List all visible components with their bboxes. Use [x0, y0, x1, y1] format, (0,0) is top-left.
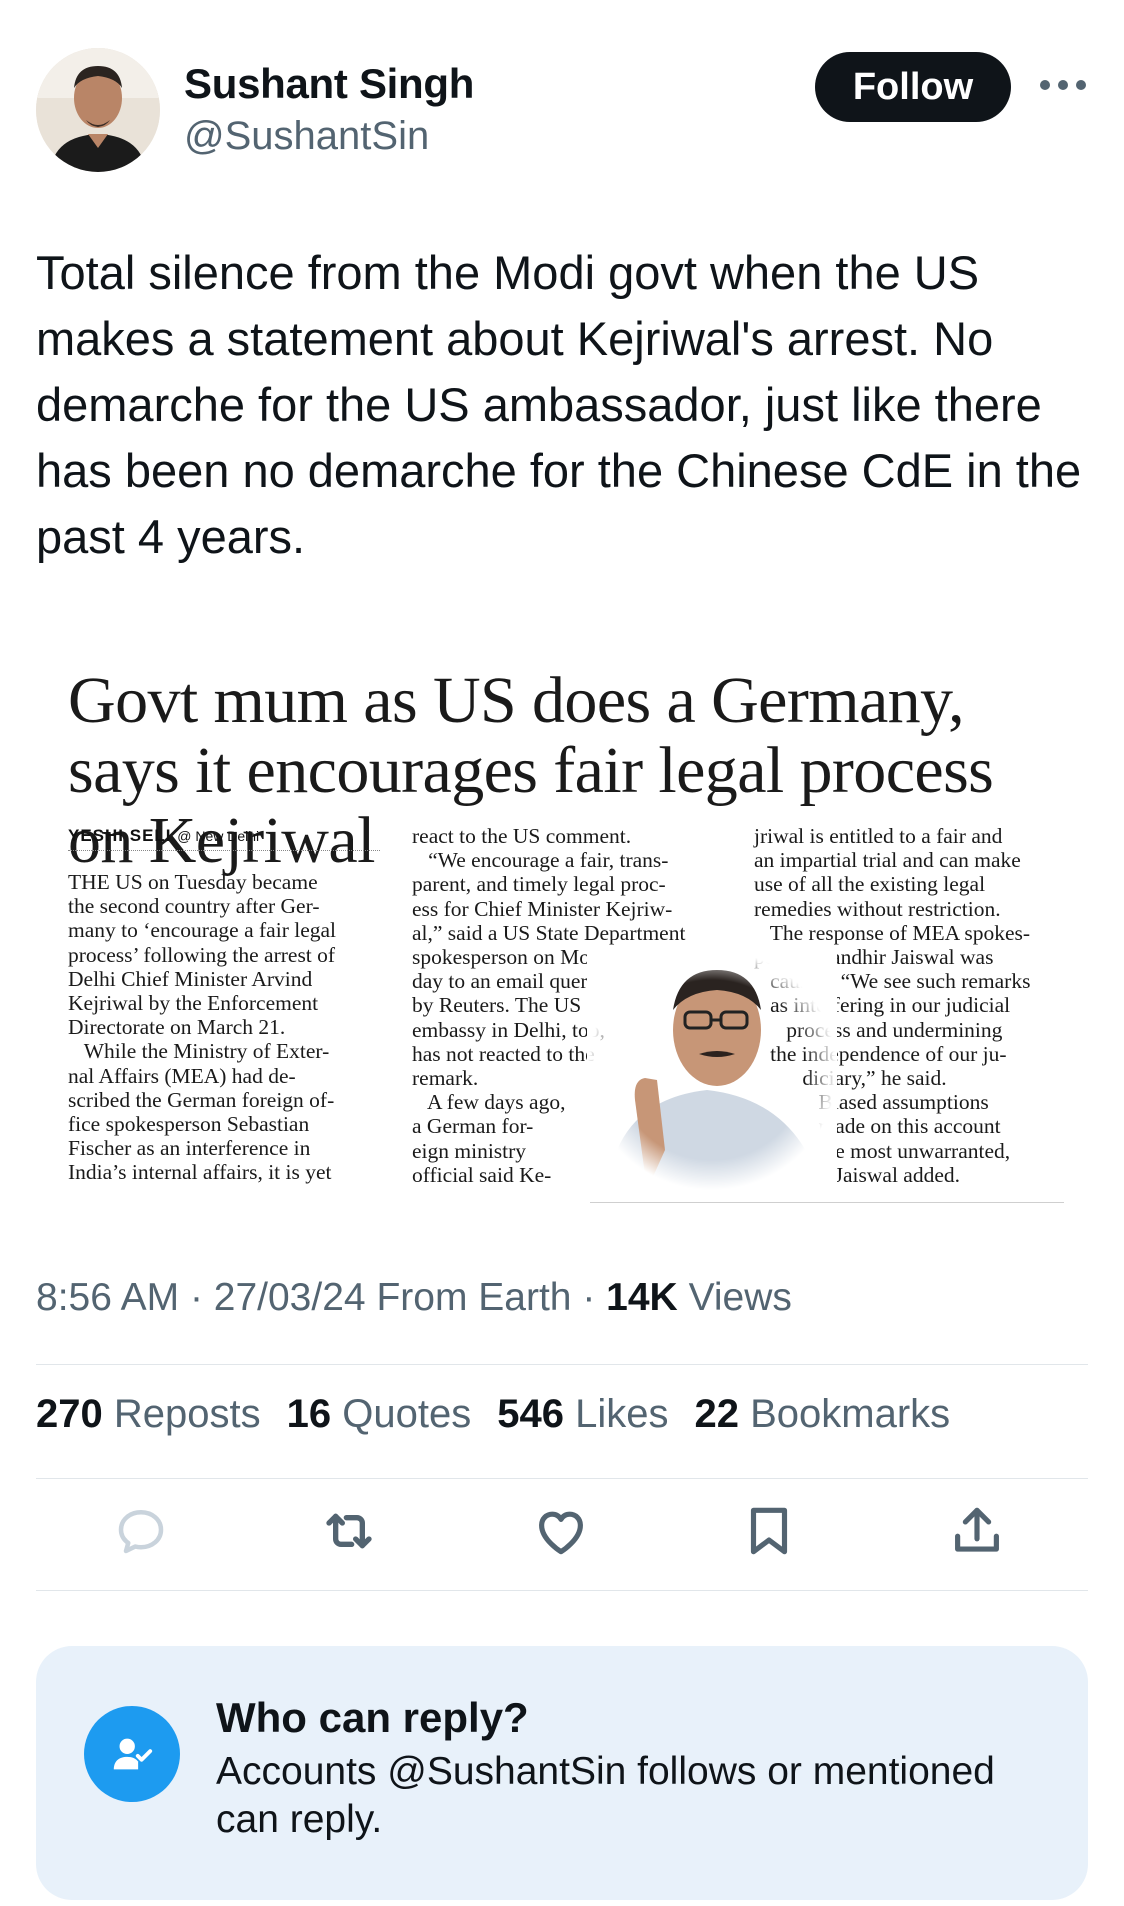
byline-place: @ New Delhi — [177, 828, 260, 844]
action-bar — [36, 1496, 1088, 1566]
byline-rule — [68, 850, 380, 851]
reply-icon[interactable] — [106, 1496, 176, 1566]
byline-name: YESHI SELI — [68, 826, 172, 845]
tweet-date[interactable]: 27/03/24 — [214, 1276, 366, 1319]
tweet-text: Total silence from the Modi govt when th… — [36, 246, 1082, 563]
stat-quotes[interactable]: 16 Quotes — [287, 1392, 472, 1437]
views-count[interactable]: 14K — [606, 1276, 678, 1319]
repost-icon[interactable] — [314, 1496, 384, 1566]
stat-label: Quotes — [342, 1392, 472, 1436]
more-dot — [1076, 80, 1086, 90]
divider — [36, 1478, 1088, 1479]
tweet-meta: 8:56 AM · 27/03/24 From Earth · 14K View… — [36, 1276, 792, 1320]
stat-likes[interactable]: 546 Likes — [497, 1392, 668, 1437]
clipping-byline: YESHI SELI @ New Delhi — [68, 826, 259, 846]
stat-label: Reposts — [113, 1392, 261, 1436]
divider — [36, 1364, 1088, 1365]
more-dot — [1040, 80, 1050, 90]
stat-bookmarks[interactable]: 22 Bookmarks — [694, 1392, 950, 1437]
stat-reposts[interactable]: 270 Reposts — [36, 1392, 261, 1437]
stat-count: 16 — [286, 1392, 332, 1436]
share-icon[interactable] — [942, 1496, 1012, 1566]
tweet-time[interactable]: 8:56 AM — [36, 1276, 179, 1319]
author-handle[interactable]: @SushantSin — [184, 114, 429, 159]
like-icon[interactable] — [526, 1496, 596, 1566]
attached-image[interactable]: Govt mum as US does a Germany, says it e… — [54, 650, 1074, 1210]
clipping-rule — [590, 1202, 1064, 1203]
follow-button[interactable]: Follow — [815, 52, 1011, 122]
stat-count: 22 — [694, 1392, 739, 1436]
clipping-column-1: THE US on Tuesday became the second coun… — [68, 870, 337, 1185]
author-name[interactable]: Sushant Singh — [184, 60, 474, 108]
person-check-icon — [84, 1706, 180, 1802]
stat-label: Bookmarks — [750, 1392, 951, 1436]
who-can-reply-box: Who can reply? Accounts @SushantSin foll… — [36, 1646, 1088, 1900]
engagement-stats: 270 Reposts 16 Quotes 546 Likes 22 Bookm… — [36, 1392, 950, 1437]
stat-count: 546 — [497, 1392, 564, 1436]
stat-label: Likes — [575, 1392, 669, 1436]
meta-sep: · — [582, 1276, 596, 1319]
meta-sep: · — [189, 1276, 203, 1319]
reply-settings-title: Who can reply? — [216, 1694, 529, 1741]
bookmark-icon[interactable] — [734, 1496, 804, 1566]
tweet-location: From Earth — [376, 1276, 572, 1319]
more-options-icon[interactable] — [1040, 70, 1086, 100]
avatar-image — [36, 48, 160, 172]
author-avatar[interactable] — [36, 48, 160, 172]
more-dot — [1058, 80, 1068, 90]
views-label[interactable]: Views — [689, 1276, 792, 1319]
stat-count: 270 — [36, 1392, 103, 1436]
divider — [36, 1590, 1088, 1591]
reply-settings-description: Accounts @SushantSin follows or mentione… — [216, 1750, 995, 1841]
clipping-photo — [587, 950, 837, 1190]
